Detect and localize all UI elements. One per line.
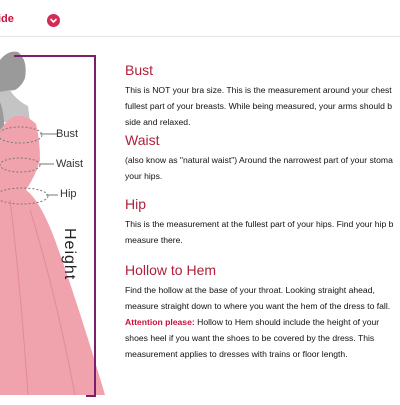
bust-marker-label: Bust (56, 128, 79, 140)
waist-line-1: (also know as "natural waist") Around th… (125, 155, 393, 165)
height-label: Height (61, 228, 78, 281)
hip-marker-label: Hip (60, 188, 77, 200)
waist-section: Waist (also know as "natural waist") Aro… (125, 132, 393, 184)
hollow-line-1: Find the hollow at the base of your thro… (125, 285, 375, 295)
attention-label: Attention please: (125, 317, 195, 327)
hip-title: Hip (125, 196, 147, 212)
hip-section: Hip This is the measurement at the fulle… (125, 196, 393, 248)
hollow-line-5: measurement applies to dresses with trai… (125, 349, 348, 359)
bust-line-1: This is NOT your bra size. This is the m… (125, 85, 392, 95)
dress-illustration (0, 51, 105, 397)
size-guide-tab[interactable]: ide (0, 12, 66, 30)
size-guide-tab-label: ide (0, 13, 14, 25)
bust-text: This is NOT your bra size. This is the m… (125, 82, 392, 130)
hollow-line-3: Hollow to Hem should include the height … (197, 317, 380, 327)
waist-line-2: your hips. (125, 171, 163, 181)
bust-title: Bust (125, 62, 154, 78)
measurement-figure: Bust Waist Hip Height (0, 40, 120, 400)
hollow-line-4: shoes heel if you want the shoes to be c… (125, 333, 375, 343)
chevron-down-icon[interactable] (47, 14, 60, 27)
waist-title: Waist (125, 132, 160, 148)
hollow-to-hem-text: Find the hollow at the base of your thro… (125, 282, 390, 362)
bust-line-2: fullest part of your breasts. While bein… (125, 101, 393, 111)
waist-marker-label: Waist (56, 158, 84, 170)
waist-text: (also know as "natural waist") Around th… (125, 152, 393, 184)
hollow-line-2: measure straight down to where you want … (125, 301, 391, 311)
hollow-to-hem-title: Hollow to Hem (125, 262, 217, 278)
hollow-to-hem-section: Hollow to Hem Find the hollow at the bas… (125, 262, 390, 362)
bust-section: Bust This is NOT your bra size. This is … (125, 62, 392, 130)
header-divider (0, 36, 400, 37)
bust-line-3: side and relaxed. (125, 117, 191, 127)
hip-text: This is the measurement at the fullest p… (125, 216, 393, 248)
hip-line-1: This is the measurement at the fullest p… (125, 219, 394, 229)
hip-line-2: measure there. (125, 235, 183, 245)
